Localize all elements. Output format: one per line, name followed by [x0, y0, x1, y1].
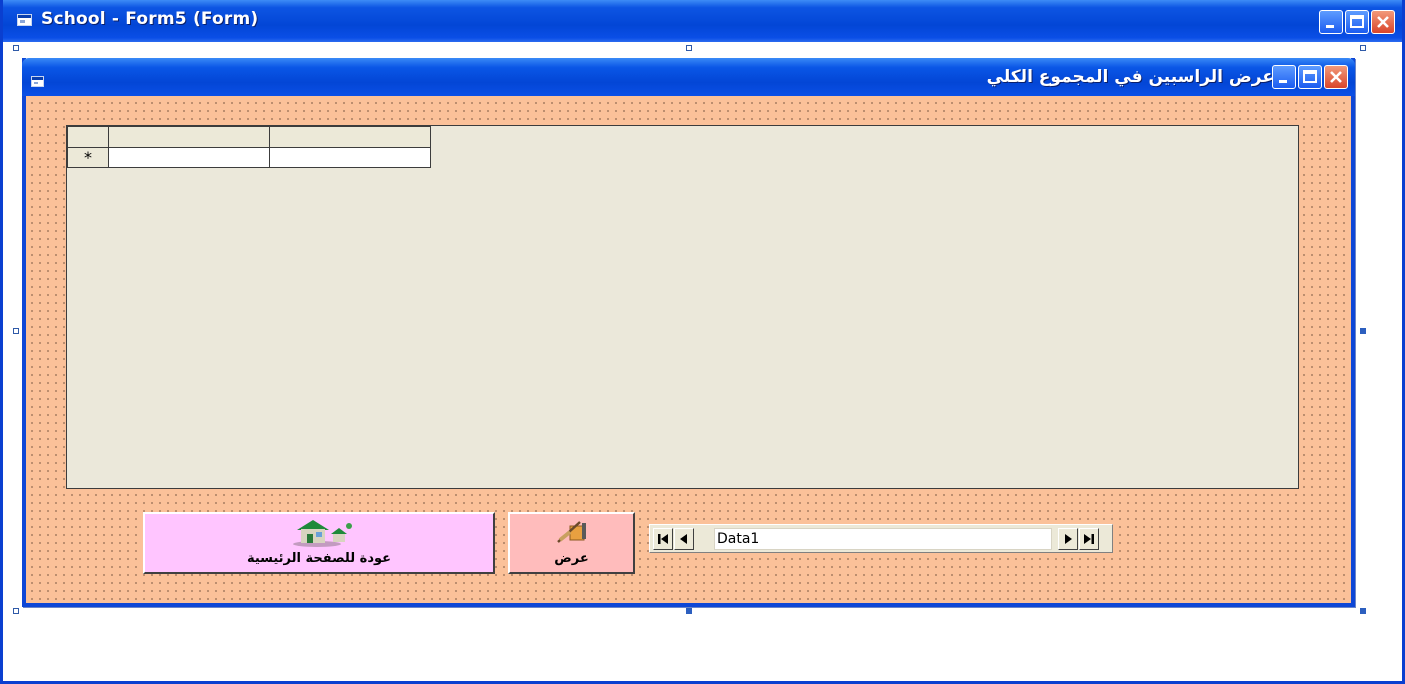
maximize-icon — [1350, 15, 1364, 28]
outer-window-title: School - Form5 (Form) — [41, 9, 259, 29]
data-grid[interactable]: * — [66, 125, 1299, 489]
grid-new-row[interactable]: * — [67, 147, 431, 168]
home-button-label: عودة للصفحة الرئيسية — [246, 551, 392, 566]
child-maximize-button[interactable] — [1298, 65, 1322, 89]
resize-handle[interactable] — [13, 45, 19, 51]
minimize-icon — [1326, 25, 1334, 28]
child-form: عرض الراسبين في المجموع الكلي * عودة للص… — [22, 58, 1355, 607]
new-row-marker[interactable]: * — [67, 147, 109, 168]
first-record-button[interactable] — [653, 528, 673, 550]
resize-handle[interactable] — [13, 328, 19, 334]
house-icon — [293, 520, 352, 547]
maximize-icon — [1303, 70, 1317, 83]
next-record-button[interactable] — [1058, 528, 1078, 550]
home-button[interactable]: عودة للصفحة الرئيسية — [143, 512, 495, 574]
minimize-button[interactable] — [1319, 10, 1343, 34]
show-button[interactable]: عرض — [508, 512, 635, 574]
grid-header-row — [67, 126, 431, 148]
outer-titlebar[interactable]: School - Form5 (Form) — [3, 0, 1402, 42]
grid-cell[interactable] — [269, 147, 431, 168]
next-record-icon — [1065, 534, 1072, 544]
resize-handle[interactable] — [13, 608, 19, 614]
child-close-button[interactable] — [1324, 65, 1348, 89]
resize-handle[interactable] — [1360, 45, 1366, 51]
child-form-title: عرض الراسبين في المجموع الكلي — [986, 67, 1274, 87]
grid-column-header[interactable] — [108, 126, 270, 148]
grid-column-header[interactable] — [269, 126, 431, 148]
grid-table: * — [67, 126, 431, 168]
first-record-icon — [658, 534, 668, 544]
resize-handle[interactable] — [1360, 608, 1366, 614]
close-icon — [1377, 16, 1389, 28]
child-form-titlebar[interactable]: عرض الراسبين في المجموع الكلي — [22, 58, 1355, 96]
resize-handle[interactable] — [686, 608, 692, 614]
resize-handle[interactable] — [686, 45, 692, 51]
prev-record-button[interactable] — [674, 528, 694, 550]
show-button-label: عرض — [554, 551, 589, 566]
minimize-icon — [1279, 80, 1287, 83]
last-record-button[interactable] — [1079, 528, 1099, 550]
last-record-icon — [1084, 534, 1094, 544]
form-icon[interactable] — [31, 72, 44, 91]
grid-corner-cell[interactable] — [67, 126, 109, 148]
prev-record-icon — [680, 534, 687, 544]
form-icon[interactable] — [17, 14, 32, 26]
close-icon — [1330, 71, 1342, 83]
data-control-caption: Data1 — [714, 528, 1052, 550]
grid-cell[interactable] — [108, 147, 270, 168]
form-body: * عودة للصفحة الرئيسية عرض Data1 — [26, 96, 1351, 603]
resize-handle[interactable] — [1360, 328, 1366, 334]
tool-icon — [557, 521, 586, 543]
child-minimize-button[interactable] — [1272, 65, 1296, 89]
maximize-button[interactable] — [1345, 10, 1369, 34]
close-button[interactable] — [1371, 10, 1395, 34]
data-control[interactable]: Data1 — [649, 524, 1113, 553]
